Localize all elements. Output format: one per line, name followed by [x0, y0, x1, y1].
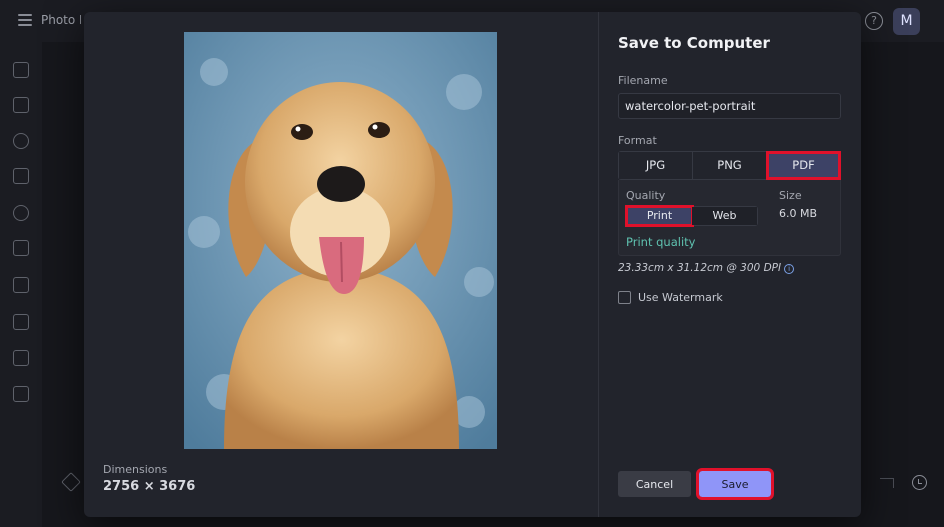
dpi-text: 23.33cm x 31.12cm @ 300 DPI: [618, 262, 782, 274]
dimensions-label: Dimensions: [103, 463, 168, 476]
quality-panel: Quality Print Web Size 6.0 MB Print qual…: [618, 180, 841, 256]
layers-icon[interactable]: [61, 472, 81, 492]
menu-icon[interactable]: [18, 14, 32, 26]
info-icon[interactable]: i: [784, 264, 795, 274]
watermark-label[interactable]: Use Watermark: [638, 291, 723, 304]
eye-icon[interactable]: [13, 133, 29, 149]
left-toolbar: [0, 42, 42, 527]
dialog-title: Save to Computer: [618, 34, 770, 52]
size-label: Size: [779, 189, 802, 202]
quality-label: Quality: [626, 189, 666, 202]
sticker-icon[interactable]: [13, 386, 29, 402]
save-options-panel: Save to Computer Filename Format JPG PNG…: [599, 12, 861, 517]
palette-icon[interactable]: [13, 205, 29, 221]
help-icon[interactable]: ?: [865, 12, 883, 30]
image-icon[interactable]: [13, 62, 29, 78]
redo-icon[interactable]: [880, 478, 894, 488]
frame-icon[interactable]: [13, 314, 29, 330]
quality-hint: Print quality: [626, 235, 696, 249]
quality-selector: Print Web: [625, 205, 758, 227]
dog-portrait-illustration: [184, 32, 497, 449]
sparkle-icon[interactable]: [13, 168, 29, 184]
cancel-button[interactable]: Cancel: [618, 471, 691, 497]
adjust-icon[interactable]: [13, 97, 29, 113]
avatar[interactable]: M: [893, 8, 920, 35]
filename-input[interactable]: [618, 93, 841, 119]
save-dialog: Dimensions 2756 × 3676 Save to Computer …: [84, 12, 861, 517]
quality-print-button[interactable]: Print: [625, 205, 694, 227]
quality-web-button[interactable]: Web: [692, 207, 757, 225]
watermark-row[interactable]: Use Watermark: [618, 290, 723, 304]
app-title: Photo Editor: [41, 13, 81, 27]
elements-icon[interactable]: [13, 277, 29, 293]
preview-image: [184, 32, 497, 449]
history-icon[interactable]: [912, 475, 927, 490]
text-icon[interactable]: [13, 350, 29, 366]
watermark-checkbox[interactable]: [618, 290, 631, 304]
format-label: Format: [618, 134, 657, 147]
size-value: 6.0 MB: [779, 207, 818, 220]
dimensions-value: 2756 × 3676: [103, 479, 196, 494]
filename-label: Filename: [618, 74, 668, 87]
dpi-info: 23.33cm x 31.12cm @ 300 DPI i: [618, 262, 795, 274]
preview-pane: Dimensions 2756 × 3676: [84, 12, 598, 517]
film-icon[interactable]: [13, 240, 29, 256]
format-pdf-button[interactable]: PDF: [766, 151, 841, 180]
format-png-button[interactable]: PNG: [693, 152, 767, 179]
format-selector: JPG PNG PDF: [618, 151, 841, 180]
format-jpg-button[interactable]: JPG: [619, 152, 693, 179]
save-button[interactable]: Save: [696, 468, 774, 500]
